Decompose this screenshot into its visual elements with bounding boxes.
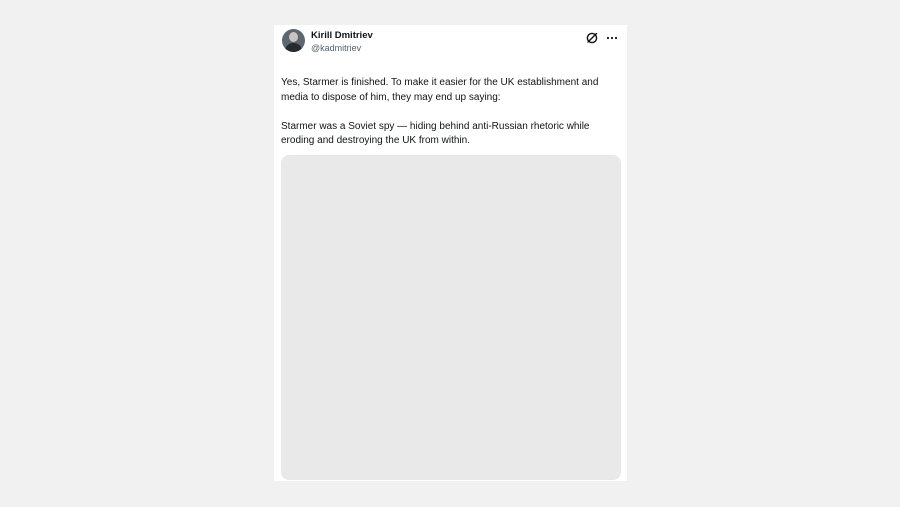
more-options-icon[interactable] [605, 31, 619, 45]
tweet-header: Kirill Dmitriev @kadmitriev [282, 29, 619, 57]
tweet-paragraph-2: Starmer was a Soviet spy — hiding behind… [281, 120, 590, 147]
avatar-head-shape [289, 32, 298, 42]
grok-icon[interactable] [585, 31, 599, 45]
tweet-media[interactable] [281, 155, 621, 480]
tweet-paragraph-1: Yes, Starmer is finished. To make it eas… [281, 77, 599, 103]
tweet-card: Kirill Dmitriev @kadmitriev Yes, Starmer… [274, 25, 627, 481]
author-block[interactable]: Kirill Dmitriev @kadmitriev [311, 30, 373, 54]
tweet-text: Yes, Starmer is finished. To make it eas… [281, 76, 621, 149]
avatar[interactable] [282, 29, 305, 52]
author-handle[interactable]: @kadmitriev [311, 42, 373, 54]
author-display-name[interactable]: Kirill Dmitriev [311, 30, 373, 42]
header-actions [583, 31, 619, 45]
media-placeholder [282, 156, 620, 479]
avatar-body-shape [285, 43, 302, 52]
